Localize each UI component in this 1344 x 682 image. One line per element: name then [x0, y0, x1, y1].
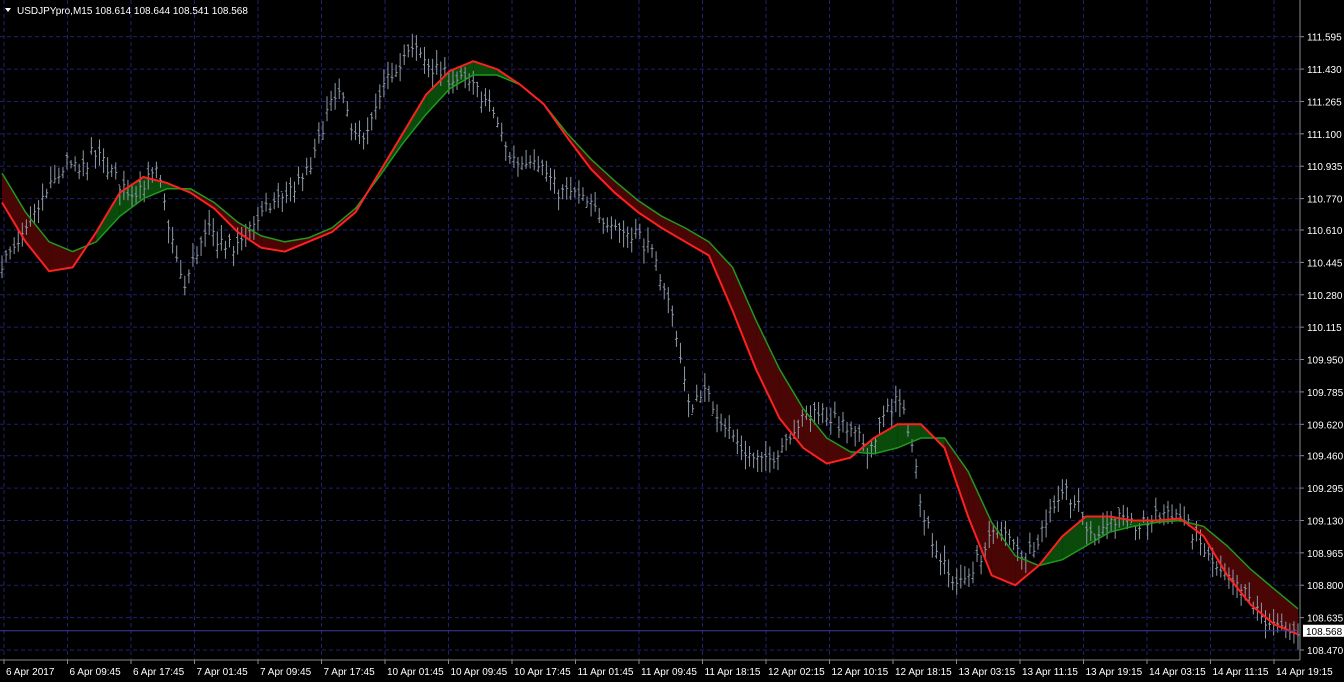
x-tick-label: 14 Apr 19:15 — [1276, 667, 1333, 678]
y-tick-label: 109.785 — [1307, 388, 1344, 399]
y-tick-labels: 111.595 111.430 111.265 111.100 110.935 110.7… — [1307, 33, 1344, 657]
y-tick-label: 109.950 — [1307, 356, 1344, 367]
chart-title[interactable]: USDJPYpro,M15 108.614 108.644 108.541 10… — [5, 6, 248, 17]
indicator-fill-segment — [591, 159, 615, 193]
y-tick-label: 110.280 — [1307, 291, 1343, 302]
indicator-fill-segment — [897, 424, 921, 448]
y-tick-label: 111.430 — [1307, 65, 1342, 76]
y-tick-label: 109.130 — [1307, 516, 1344, 527]
current-price-marker: 108.568 — [1303, 624, 1344, 638]
x-tick-label: 7 Apr 17:45 — [324, 667, 376, 678]
y-tick-label: 110.445 — [1307, 258, 1343, 269]
x-tick-label: 13 Apr 03:15 — [959, 667, 1016, 678]
indicator-fill — [2, 61, 1298, 635]
x-tick-label: 10 Apr 01:45 — [387, 667, 444, 678]
indicator-lines — [1, 60, 1299, 636]
y-tick-label: 109.620 — [1307, 420, 1344, 431]
x-tick-label: 14 Apr 11:15 — [1213, 667, 1269, 678]
triangle-down-icon[interactable] — [5, 8, 11, 12]
x-tick-label: 12 Apr 02:15 — [768, 667, 825, 678]
indicator-fill-segment — [1227, 545, 1251, 605]
y-tick-label: 110.935 — [1307, 162, 1343, 173]
x-tick-label: 11 Apr 18:15 — [705, 667, 761, 678]
x-tick-label: 11 Apr 01:45 — [578, 667, 634, 678]
x-tick-label: 7 Apr 01:45 — [197, 667, 249, 678]
price-chart[interactable]: 111.595 111.430 111.265 111.100 110.935 110.7… — [0, 0, 1344, 682]
x-tick-label: 10 Apr 09:45 — [451, 667, 508, 678]
x-tick-label: 6 Apr 09:45 — [70, 667, 122, 678]
y-tick-label: 111.595 — [1307, 33, 1342, 44]
y-tick-label: 111.100 — [1307, 130, 1342, 141]
x-tick-label: 10 Apr 17:45 — [514, 667, 571, 678]
y-tick-label: 108.470 — [1307, 646, 1344, 657]
y-tick-label: 108.965 — [1307, 549, 1344, 560]
x-tick-label: 13 Apr 11:15 — [1022, 667, 1078, 678]
x-tick-label: 11 Apr 09:45 — [641, 667, 697, 678]
y-tick-label: 108.635 — [1307, 614, 1344, 625]
x-tick-label: 12 Apr 10:15 — [832, 667, 889, 678]
fast-ma-line — [1, 60, 1299, 636]
indicator-fill-segment — [756, 320, 780, 419]
current-price-label: 108.568 — [1306, 627, 1343, 638]
y-tick-label: 109.460 — [1307, 452, 1344, 463]
y-tick-label: 110.770 — [1307, 195, 1343, 206]
x-tick-label: 6 Apr 17:45 — [133, 667, 185, 678]
y-tick-label: 108.800 — [1307, 581, 1344, 592]
x-tick-label: 13 Apr 19:15 — [1086, 667, 1143, 678]
y-tick-label: 110.610 — [1307, 226, 1343, 237]
symbol-label: USDJPYpro,M15 — [17, 6, 93, 17]
x-tick-label: 7 Apr 09:45 — [260, 667, 312, 678]
indicator-fill-segment — [1085, 516, 1110, 546]
y-tick-label: 109.295 — [1307, 484, 1344, 495]
price-bars — [0, 33, 1300, 650]
x-tick-label: 6 Apr 2017 — [6, 667, 55, 678]
y-tick-label: 111.265 — [1307, 97, 1342, 108]
ohlc-label: 108.614 108.644 108.541 108.568 — [95, 6, 248, 17]
chart-grid — [0, 0, 1304, 664]
x-tick-label: 14 Apr 03:15 — [1149, 667, 1206, 678]
indicator-fill-segment — [779, 369, 804, 448]
indicator-fill-segment — [685, 228, 709, 256]
y-tick-label: 110.115 — [1307, 323, 1342, 334]
x-tick-labels: 6 Apr 2017 6 Apr 09:45 6 Apr 17:45 7 Apr 01… — [6, 667, 1333, 678]
x-tick-label: 12 Apr 18:15 — [895, 667, 952, 678]
